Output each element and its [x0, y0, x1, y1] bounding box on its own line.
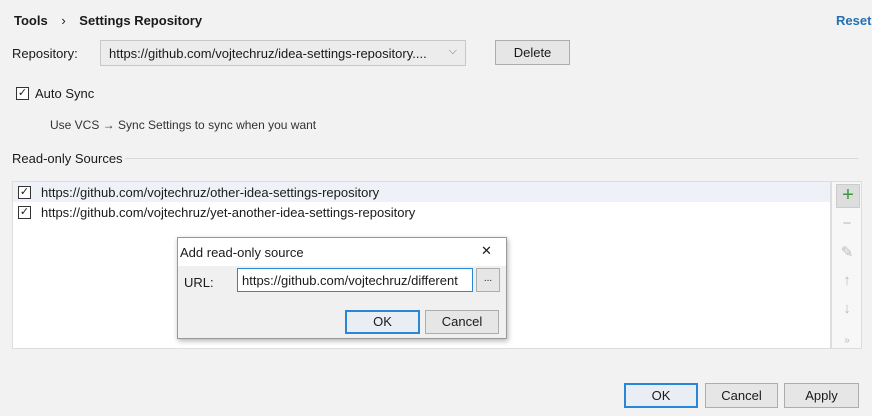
breadcrumb: Tools › Settings Repository — [14, 13, 202, 28]
url-value: https://github.com/vojtechruz/different — [242, 273, 458, 288]
dialog-title: Add read-only source — [180, 245, 304, 260]
dialog-ok-button[interactable]: OK — [345, 310, 420, 334]
repository-dropdown[interactable]: https://github.com/vojtechruz/idea-setti… — [100, 40, 466, 66]
remove-icon[interactable]: − — [836, 215, 858, 232]
auto-sync-hint: Use VCS → Sync Settings to sync when you… — [50, 118, 317, 132]
auto-sync-checkbox[interactable]: ✓ — [16, 87, 29, 100]
auto-sync-label: Auto Sync — [35, 86, 95, 101]
edit-icon[interactable]: ✎ — [836, 243, 858, 261]
item-url: https://github.com/vojtechruz/other-idea… — [41, 185, 380, 200]
list-item[interactable]: ✓ https://github.com/vojtechruz/other-id… — [13, 182, 830, 202]
close-icon[interactable]: ✕ — [481, 243, 492, 259]
repository-value: https://github.com/vojtechruz/idea-setti… — [109, 46, 427, 61]
chevron-right-icon: › — [61, 13, 66, 28]
item-checkbox[interactable]: ✓ — [18, 206, 31, 219]
separator — [125, 158, 858, 159]
breadcrumb-current: Settings Repository — [79, 13, 203, 28]
repository-label: Repository: — [12, 46, 78, 61]
add-icon[interactable]: + — [836, 184, 860, 208]
apply-button[interactable]: Apply — [784, 383, 859, 408]
item-url: https://github.com/vojtechruz/yet-anothe… — [41, 205, 416, 220]
url-label: URL: — [184, 275, 214, 290]
dialog-titlebar: Add read-only source ✕ — [178, 238, 506, 266]
cancel-button[interactable]: Cancel — [705, 383, 778, 408]
delete-button[interactable]: Delete — [495, 40, 570, 65]
move-up-icon[interactable]: ↑ — [836, 272, 858, 289]
item-checkbox[interactable]: ✓ — [18, 186, 31, 199]
list-item[interactable]: ✓ https://github.com/vojtechruz/yet-anot… — [13, 202, 830, 222]
url-input[interactable]: https://github.com/vojtechruz/different — [237, 268, 473, 292]
breadcrumb-parent[interactable]: Tools — [14, 13, 48, 28]
move-down-icon[interactable]: ↓ — [836, 300, 858, 317]
browse-button[interactable]: ... — [476, 268, 500, 292]
add-source-dialog: Add read-only source ✕ URL: https://gith… — [177, 237, 507, 339]
more-icon[interactable]: » — [836, 335, 858, 346]
ok-button[interactable]: OK — [624, 383, 698, 408]
dialog-cancel-button[interactable]: Cancel — [425, 310, 499, 334]
readonly-title: Read-only Sources — [12, 151, 123, 166]
chevron-down-icon: ⌵ — [448, 45, 457, 57]
reset-link[interactable]: Reset — [836, 13, 871, 28]
